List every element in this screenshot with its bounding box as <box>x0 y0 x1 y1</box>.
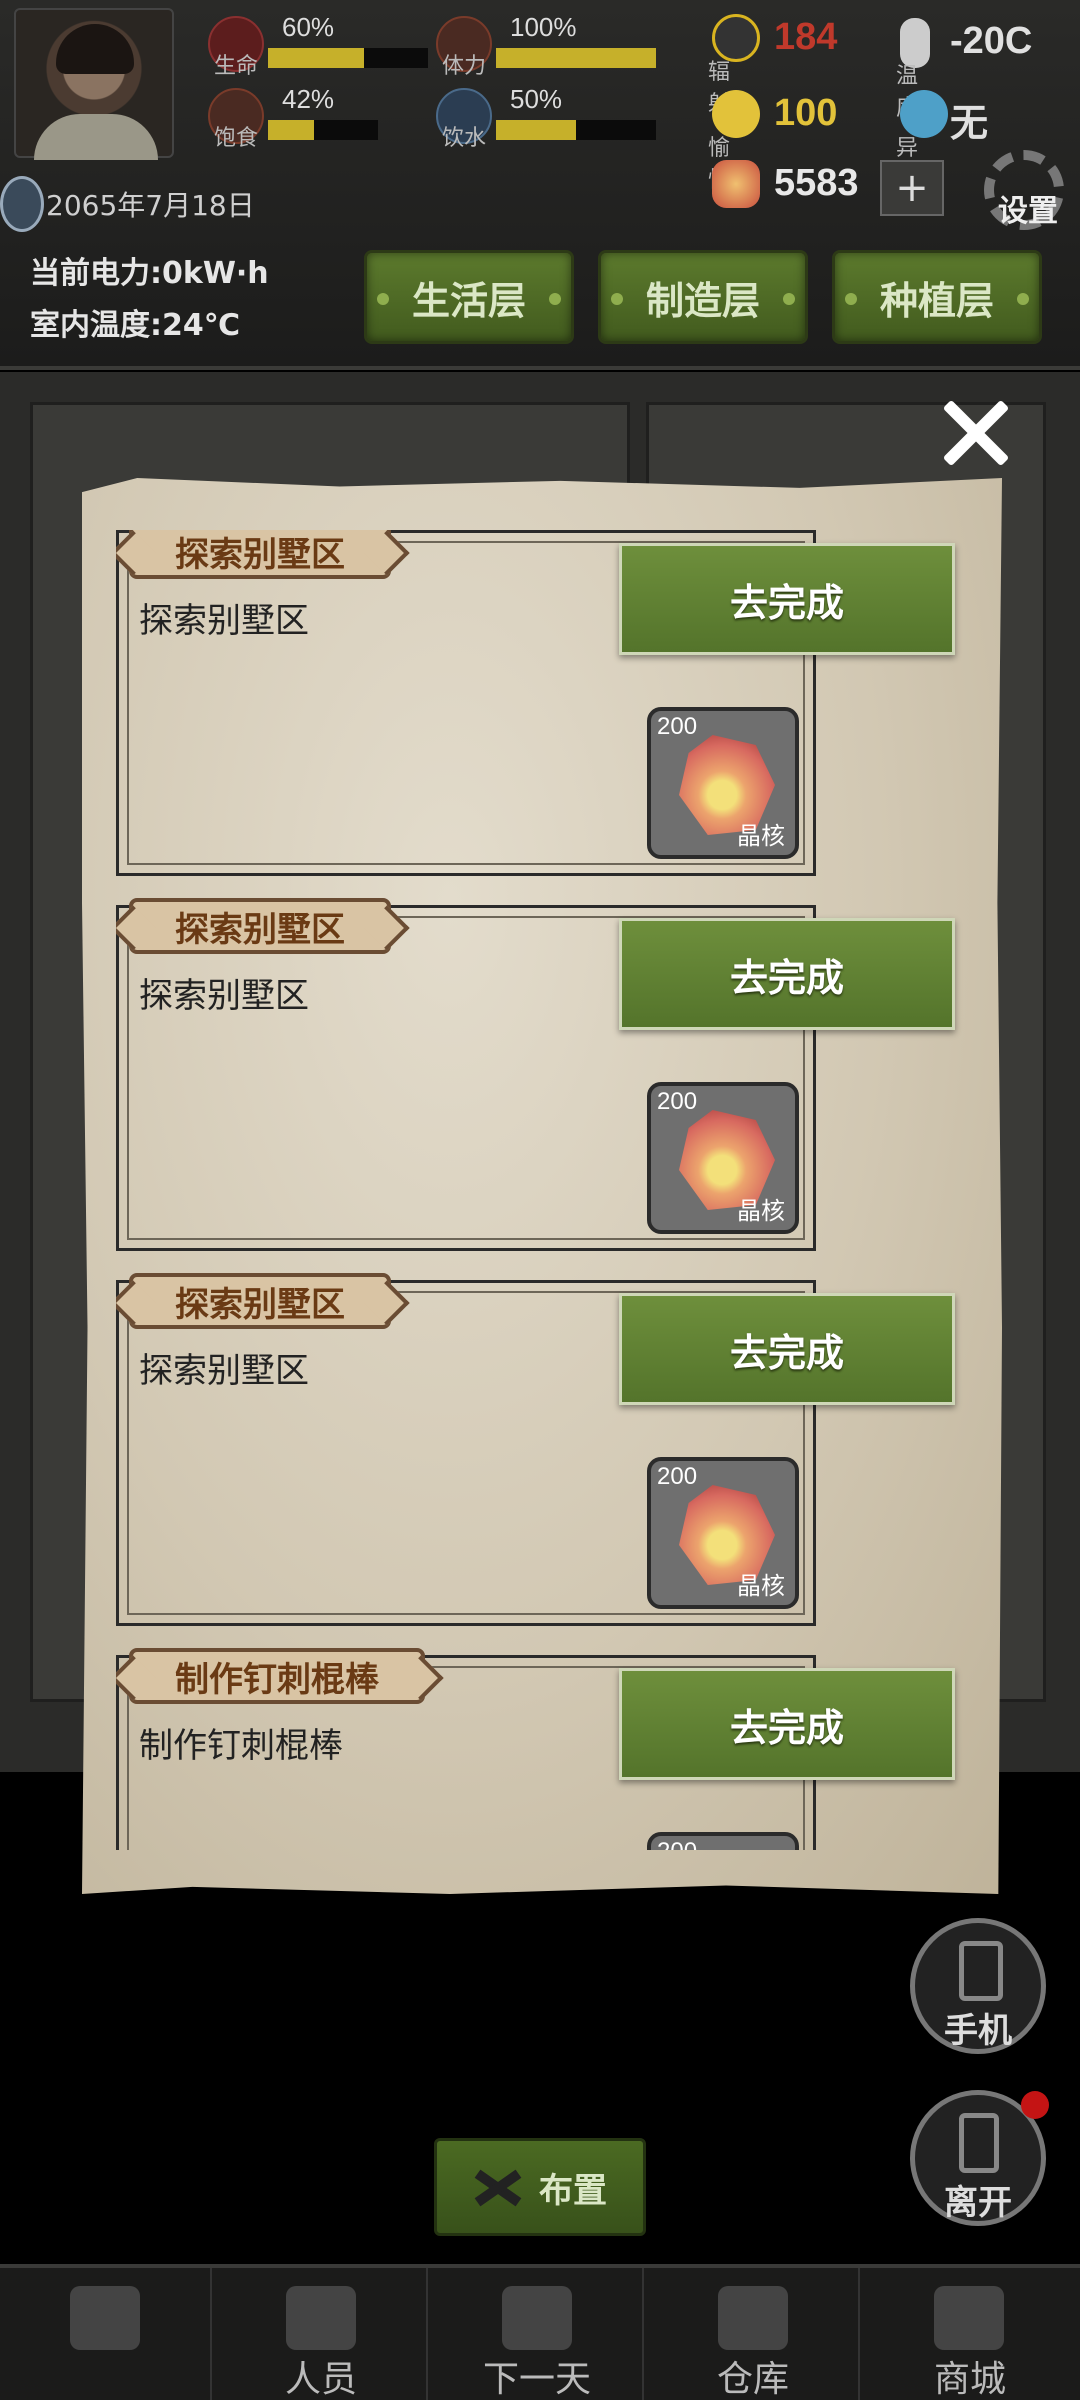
abnormal-value: 无 <box>950 103 989 145</box>
lock-icon <box>70 2286 140 2350</box>
avatar-hair <box>56 24 134 74</box>
task-title-tag: 制作钉刺棍棒 <box>129 1648 425 1704</box>
task-card: 探索别墅区 探索别墅区 去完成 200 晶核 <box>116 898 955 1251</box>
reward-item[interactable]: 200 晶核 <box>647 1457 799 1609</box>
go-complete-button[interactable]: 去完成 <box>619 543 955 655</box>
calendar-icon[interactable] <box>0 176 44 232</box>
nav-label-warehouse: 仓库 <box>716 2359 789 2400</box>
tools-icon <box>473 2167 523 2207</box>
status-hud: 60% 生命 100% 体力 42% 饱食 50% 饮水 辐射 184 愉悦 1… <box>0 0 1080 370</box>
stat-health-percent: 60% <box>282 12 335 42</box>
task-list: 探索别墅区 探索别墅区 去完成 200 晶核 探索别墅区 探索别墅区 去完成 2… <box>116 530 972 1850</box>
floor-tab-planting[interactable]: 种植层 <box>832 250 1042 344</box>
stat-stamina-bar <box>496 48 656 68</box>
task-title-tag: 探索别墅区 <box>129 898 391 954</box>
stat-hunger-fill <box>268 120 315 140</box>
stat-thirst-percent: 50% <box>510 84 563 114</box>
radiation-value: 184 <box>774 16 838 58</box>
stat-hunger-bar <box>268 120 378 140</box>
reward-quantity: 200 <box>657 1088 698 1115</box>
stat-health: 60% 生命 <box>208 12 428 79</box>
joy-value: 100 <box>774 92 838 134</box>
crystal-icon <box>712 160 760 208</box>
reward-item[interactable]: 200 晶核 <box>647 1082 799 1234</box>
leave-button[interactable]: 离开 <box>910 2090 1049 2226</box>
reward-quantity: 200 <box>657 1463 698 1490</box>
nav-item-next-day[interactable]: 下一天 <box>432 2268 644 2400</box>
stat-thirst-fill <box>496 120 576 140</box>
close-icon[interactable] <box>940 398 1010 468</box>
gems-value: 5583 <box>774 162 859 204</box>
stat-hunger: 42% 饱食 <box>208 84 428 151</box>
stat-thirst: 50% 饮水 <box>436 84 656 151</box>
floor-tab-crafting[interactable]: 制造层 <box>598 250 808 344</box>
reward-name: 晶核 <box>737 1572 785 1600</box>
task-description: 制作钉刺棍棒 <box>139 1726 343 1766</box>
place-button[interactable]: 布置 <box>434 2138 646 2236</box>
task-description: 探索别墅区 <box>139 976 309 1016</box>
task-description: 探索别墅区 <box>139 601 309 641</box>
reward-quantity: 200 <box>657 1838 697 1850</box>
go-complete-button[interactable]: 去完成 <box>619 1668 955 1780</box>
book-icon <box>502 2286 572 2350</box>
stat-thirst-label: 饮水 <box>442 126 487 151</box>
go-complete-button[interactable]: 去完成 <box>619 1293 955 1405</box>
task-description: 探索别墅区 <box>139 1351 309 1391</box>
stat-health-bar <box>268 48 428 68</box>
warehouse-icon <box>718 2286 788 2350</box>
stat-hunger-percent: 42% <box>282 84 335 114</box>
reward-quantity: 200 <box>657 713 698 740</box>
shop-icon <box>934 2286 1004 2350</box>
go-complete-button[interactable]: 去完成 <box>619 918 955 1030</box>
phone-icon <box>959 1941 1003 2001</box>
game-date: 2065年7月18日 <box>46 189 255 222</box>
reward-name: 晶核 <box>737 1197 785 1225</box>
nav-label-people: 人员 <box>284 2359 357 2400</box>
stat-thirst-bar <box>496 120 656 140</box>
nav-item-shop[interactable]: 商城 <box>864 2268 1076 2400</box>
stat-stamina: 100% 体力 <box>436 12 656 79</box>
stat-health-fill <box>268 48 364 68</box>
stat-health-label: 生命 <box>214 54 259 79</box>
task-card: 探索别墅区 探索别墅区 去完成 200 晶核 <box>116 530 955 876</box>
place-button-label: 布置 <box>539 2170 607 2211</box>
task-title-tag: 探索别墅区 <box>129 530 391 579</box>
stat-stamina-fill <box>496 48 656 68</box>
temperature-value: -20C <box>950 20 1033 62</box>
task-title-tag: 探索别墅区 <box>129 1273 391 1329</box>
avatar-shirt <box>34 114 158 160</box>
nav-item-warehouse[interactable]: 仓库 <box>648 2268 860 2400</box>
nav-label-shop: 商城 <box>933 2359 1006 2400</box>
settings-button[interactable]: 设置 <box>980 150 1074 240</box>
leave-label: 离开 <box>944 2183 1012 2223</box>
indoor-temp-readout: 室内温度:24℃ <box>30 308 241 343</box>
reward-name: 晶核 <box>737 822 785 850</box>
reward-item[interactable]: 200 晶核 <box>647 707 799 859</box>
power-readout: 当前电力:0kW·h <box>30 256 269 291</box>
phone-button[interactable]: 手机 <box>910 1918 1046 2054</box>
nav-item-locked[interactable] <box>0 2268 212 2400</box>
phone-label: 手机 <box>944 2011 1012 2051</box>
stat-stamina-label: 体力 <box>442 54 487 79</box>
player-avatar[interactable] <box>14 8 174 160</box>
door-icon <box>959 2113 999 2173</box>
task-card: 探索别墅区 探索别墅区 去完成 200 晶核 <box>116 1273 955 1626</box>
settings-label: 设置 <box>998 194 1058 229</box>
stat-hunger-label: 饱食 <box>214 126 259 151</box>
nav-item-people[interactable]: 人员 <box>216 2268 428 2400</box>
people-icon <box>286 2286 356 2350</box>
floor-tab-living[interactable]: 生活层 <box>364 250 574 344</box>
task-card: 制作钉刺棍棒 制作钉刺棍棒 去完成 200 晶核 <box>116 1648 955 1850</box>
reward-item[interactable]: 200 晶核 <box>647 1832 799 1850</box>
bottom-nav: 人员 下一天 仓库 商城 <box>0 2264 1080 2400</box>
nav-label-next-day: 下一天 <box>482 2359 591 2400</box>
stat-stamina-percent: 100% <box>510 12 577 42</box>
notification-dot <box>1021 2091 1049 2119</box>
add-gems-button[interactable]: + <box>880 160 944 216</box>
